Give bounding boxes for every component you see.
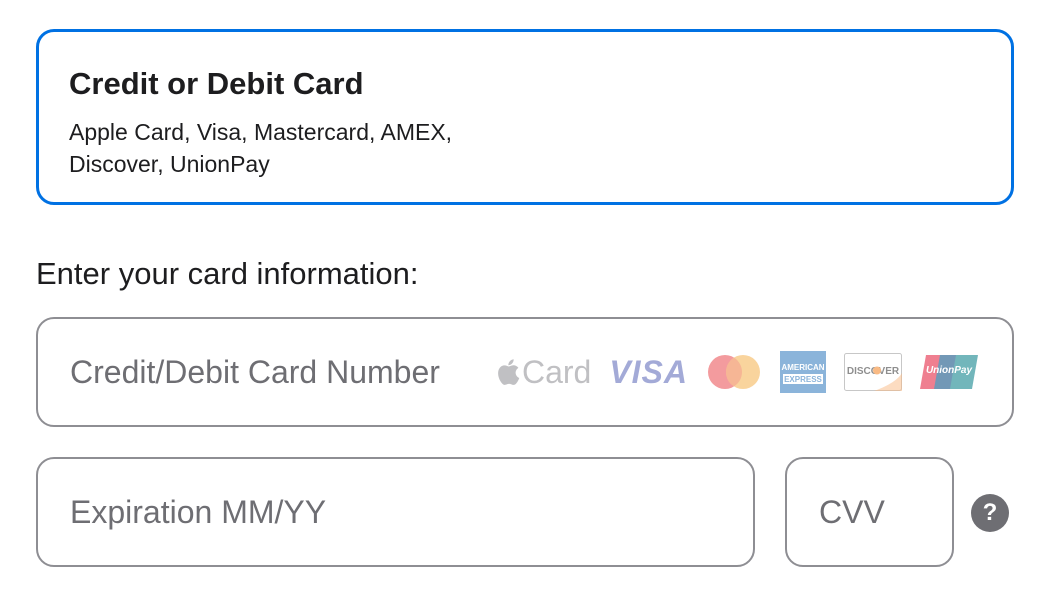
credit-debit-card-option[interactable]: Credit or Debit Card Apple Card, Visa, M… bbox=[36, 29, 1014, 205]
cvv-help-icon[interactable]: ? bbox=[971, 494, 1009, 532]
cvv-input[interactable] bbox=[787, 459, 952, 565]
option-description: Apple Card, Visa, Mastercard, AMEX, Disc… bbox=[69, 119, 453, 177]
card-number-field[interactable]: Card VISA AMERICAN EXPRESS DISCOVER bbox=[36, 317, 1014, 427]
expiration-input[interactable] bbox=[38, 459, 753, 565]
card-number-input[interactable] bbox=[38, 319, 1012, 425]
option-title: Credit or Debit Card bbox=[69, 66, 364, 101]
expiration-field[interactable] bbox=[36, 457, 755, 567]
section-label: Enter your card information: bbox=[36, 256, 419, 291]
cvv-field[interactable] bbox=[785, 457, 954, 567]
